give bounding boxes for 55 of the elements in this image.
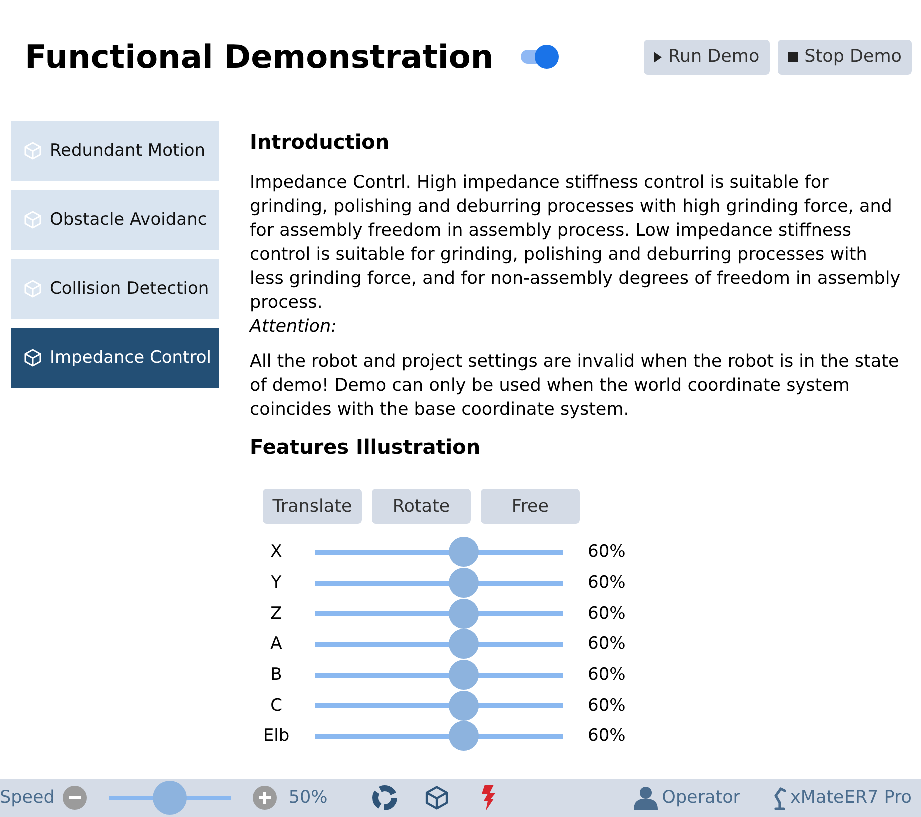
stop-icon — [788, 52, 798, 62]
slider-value: 60% — [588, 696, 626, 716]
axis-label: Y — [270, 573, 283, 594]
axis-label: B — [270, 665, 284, 686]
minus-icon[interactable] — [62, 786, 87, 810]
slider-thumb[interactable] — [152, 781, 187, 815]
paragraph: All the robot and project settings are invalid when the robot is in the state of demo! Demo can only be used when the world coordinate system coincides with the base coordinate system. — [250, 351, 900, 422]
robot-model: xMateER7 Pro — [790, 788, 912, 808]
section-heading: Features Illustration — [250, 434, 482, 460]
lightning-icon[interactable] — [480, 785, 497, 811]
slider-thumb[interactable] — [448, 537, 479, 568]
cube-icon — [24, 142, 42, 160]
plus-icon[interactable] — [252, 786, 277, 810]
speed-value: 50% — [288, 788, 328, 808]
person-icon — [634, 786, 658, 810]
cube-icon[interactable] — [424, 786, 449, 810]
sidebar-item[interactable]: Redundant Motion — [11, 121, 219, 181]
slider-thumb[interactable] — [448, 629, 479, 660]
slider-value: 60% — [588, 542, 626, 562]
slider-thumb[interactable] — [448, 690, 479, 721]
section-heading: Introduction — [250, 129, 391, 155]
axis-label: X — [270, 542, 284, 562]
slider-thumb[interactable] — [448, 568, 479, 598]
robot-arm-icon — [772, 786, 787, 810]
attention-label: Attention: — [250, 316, 338, 339]
page-title: Functional Demonstration — [25, 37, 494, 77]
play-icon — [654, 52, 662, 62]
stop-demo-button[interactable]: Stop Demo — [778, 40, 912, 74]
axis-label: C — [270, 696, 284, 716]
run-demo-button[interactable]: Run Demo — [644, 40, 770, 74]
mode-button[interactable]: Rotate — [372, 489, 471, 524]
cube-icon — [24, 211, 42, 229]
slider-value: 60% — [588, 573, 626, 594]
slider-value: 60% — [588, 604, 626, 624]
cube-icon — [24, 349, 42, 367]
axis-label: A — [270, 634, 284, 654]
sidebar-item[interactable]: Obstacle Avoidanc — [11, 190, 219, 250]
axis-label: Z — [270, 604, 284, 624]
slider-thumb[interactable] — [448, 660, 479, 690]
mode-button[interactable]: Translate — [263, 489, 362, 524]
paragraph: Impedance Contrl. High impedance stiffness control is suitable for grinding, polishing and deburring processes with high grinding force, and for assembly freedom in assembly process. Low impedance stiffness control is suitable for grinding, polishing and deburring processes with less grinding force, and for non-assembly degrees of freedom in assembly process. — [250, 172, 902, 315]
slider-thumb[interactable] — [448, 598, 479, 629]
slider-value: 60% — [588, 665, 626, 686]
user-name: Operator — [662, 788, 741, 808]
cube-icon — [24, 280, 42, 298]
toggle-switch[interactable] — [520, 45, 559, 69]
slider-value: 60% — [588, 634, 626, 654]
axis-label: Elb — [263, 726, 290, 746]
slider-thumb[interactable] — [448, 721, 479, 752]
speed-label: Speed — [0, 788, 55, 808]
ring-icon[interactable] — [372, 785, 398, 811]
sidebar-item[interactable]: Impedance Control — [11, 328, 219, 388]
sidebar-item[interactable]: Collision Detection — [11, 259, 219, 319]
slider-value: 60% — [588, 726, 626, 746]
mode-button[interactable]: Free — [481, 489, 580, 524]
